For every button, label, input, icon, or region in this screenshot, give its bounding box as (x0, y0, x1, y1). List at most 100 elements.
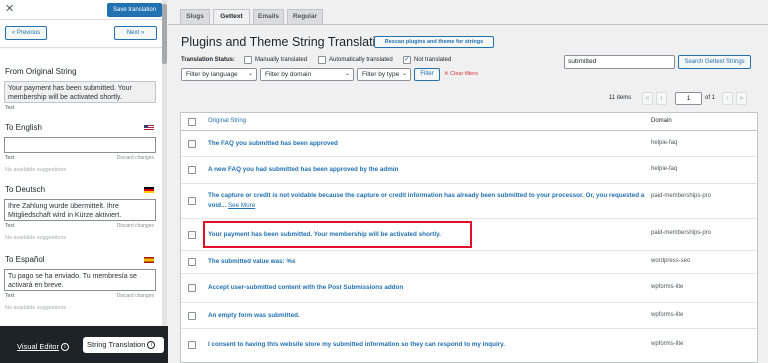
clear-filters-link[interactable]: ✕ Clear filters (444, 71, 478, 77)
tab-divider (168, 24, 768, 25)
first-page-button[interactable]: « (642, 92, 653, 105)
row-checkbox[interactable] (188, 231, 196, 239)
domain-cell: wpforms-lite (651, 341, 684, 347)
see-more-link[interactable]: See More (228, 202, 255, 209)
prev-page-button[interactable]: ‹ (656, 92, 667, 105)
original-string-link[interactable]: I consent to having this website store m… (208, 340, 648, 350)
sidebar-header: ✕ Save translation (0, 0, 162, 20)
sidebar-scrollbar[interactable] (162, 0, 167, 325)
row-checkbox[interactable] (188, 312, 196, 320)
column-domain[interactable]: Domain (651, 118, 672, 124)
original-string-text: Your payment has been submitted. Your me… (4, 81, 156, 103)
tab-gettext[interactable]: Gettext (213, 9, 250, 25)
table-row: An empty form was submitted. wpforms-lit… (181, 303, 757, 329)
next-button[interactable]: Next » (114, 26, 157, 40)
last-page-button[interactable]: » (736, 92, 747, 105)
domain-cell: paid-memberships-pro (651, 193, 712, 199)
select-all-checkbox[interactable] (188, 118, 196, 126)
info-icon: i (147, 341, 156, 350)
translation-type: Text (5, 223, 15, 229)
table-header: Original String Domain (181, 113, 757, 131)
translation-input-english[interactable] (4, 137, 156, 153)
original-string-link[interactable]: The submitted value was: %s (208, 257, 648, 267)
editor-switcher: Visual Editor i String Translation i (0, 326, 168, 363)
row-checkbox[interactable] (188, 284, 196, 292)
no-suggestions-text: No available suggestions (5, 305, 67, 311)
filter-language-value: Filter by language (186, 71, 238, 78)
manually-translated-checkbox[interactable] (244, 56, 252, 64)
language-heading: To English (5, 123, 42, 132)
row-checkbox[interactable] (188, 341, 196, 349)
filter-type-value: Filter by type (362, 71, 400, 78)
table-row: I consent to having this website store m… (181, 329, 757, 362)
german-flag-icon (144, 187, 154, 193)
row-checkbox[interactable] (188, 258, 196, 266)
string-translation-button[interactable]: String Translation i (83, 337, 164, 353)
search-gettext-button[interactable]: Search Gettext Strings (678, 55, 751, 69)
filter-language-select[interactable]: Filter by language ⌄ (181, 68, 257, 81)
translation-input-deutsch[interactable]: Ihre Zahlung wurde übermittelt. Ihre Mit… (4, 199, 156, 221)
main-content: Slugs Gettext Emails Regular Plugins and… (168, 0, 768, 363)
previous-button[interactable]: « Previous (5, 26, 47, 40)
original-string-heading: From Original String (5, 67, 77, 76)
domain-cell: wpforms-lite (651, 284, 684, 290)
sidebar-scroll-area: From Original String Your payment has be… (0, 49, 162, 325)
rescan-button[interactable]: Rescan plugins and theme for strings (374, 36, 494, 48)
row-checkbox[interactable] (188, 140, 196, 148)
discard-changes-link[interactable]: Discard changes (117, 155, 154, 161)
row-checkbox[interactable] (188, 166, 196, 174)
automatically-translated-label: Automatically translated (329, 57, 393, 63)
filter-domain-select[interactable]: Filter by domain ⌄ (260, 68, 354, 81)
original-string-type: Text (5, 105, 15, 111)
language-heading: To Español (5, 255, 45, 264)
original-string-link[interactable]: Accept user-submitted content with the P… (208, 283, 648, 293)
tab-regular[interactable]: Regular (287, 9, 323, 24)
search-input[interactable]: submitted (564, 55, 675, 69)
language-section-deutsch: To Deutsch Ihre Zahlung wurde übermittel… (0, 185, 160, 241)
save-translation-button[interactable]: Save translation (107, 3, 162, 17)
original-string-link[interactable]: The FAQ you submitted has been approved (208, 139, 648, 149)
column-original-string[interactable]: Original String (208, 118, 246, 124)
domain-cell: helpie-faq (651, 140, 678, 146)
original-string-link[interactable]: An empty form was submitted. (208, 311, 648, 321)
chevron-down-icon: ⌄ (247, 71, 253, 77)
translation-input-espanol[interactable]: Tu pago se ha enviado. Tu membresía se a… (4, 269, 156, 291)
next-page-button[interactable]: › (722, 92, 733, 105)
table-row: The submitted value was: %s wordpress-se… (181, 251, 757, 274)
manually-translated-label: Manually translated (255, 57, 308, 63)
table-row: The capture or credit is not voidable be… (181, 184, 757, 219)
domain-cell: wordpress-seo (651, 258, 691, 264)
page-title: Plugins and Theme String Translation (181, 35, 390, 49)
row-checkbox[interactable] (188, 197, 196, 205)
original-string-link[interactable]: A new FAQ you had submitted has been app… (208, 165, 648, 175)
filter-type-select[interactable]: Filter by type ⌄ (357, 68, 411, 81)
discard-changes-link[interactable]: Discard changes (117, 293, 154, 299)
us-flag-icon (144, 125, 154, 131)
scrollbar-thumb[interactable] (162, 4, 167, 64)
highlight-box (203, 221, 472, 248)
info-icon: i (60, 343, 69, 352)
sidebar-navigation: « Previous Next » (0, 20, 162, 48)
tab-emails[interactable]: Emails (253, 9, 284, 24)
chevron-down-icon: ⌄ (401, 71, 407, 77)
visual-editor-label: Visual Editor (17, 342, 59, 351)
current-page-input[interactable]: 1 (675, 92, 702, 105)
automatically-translated-checkbox[interactable] (318, 56, 326, 64)
table-row: The FAQ you submitted has been approved … (181, 131, 757, 157)
items-count: 11 items (609, 95, 632, 101)
spanish-flag-icon (144, 257, 154, 263)
visual-editor-link[interactable]: Visual Editor i (17, 342, 69, 352)
pagination: 11 items « ‹ 1 of 1 › » (168, 92, 768, 105)
domain-cell: helpie-faq (651, 166, 678, 172)
filter-button[interactable]: Filter (414, 68, 440, 81)
translation-type: Text (5, 155, 15, 161)
not-translated-label: Not translated (414, 57, 452, 63)
table-row: A new FAQ you had submitted has been app… (181, 157, 757, 184)
translation-sidebar: ✕ Save translation « Previous Next » Fro… (0, 0, 168, 363)
discard-changes-link[interactable]: Discard changes (117, 223, 154, 229)
total-pages: of 1 (705, 95, 716, 101)
original-string-link[interactable]: The capture or credit is not voidable be… (208, 191, 648, 211)
tab-slugs[interactable]: Slugs (180, 9, 210, 24)
close-icon[interactable]: ✕ (5, 3, 14, 15)
not-translated-checkbox[interactable] (403, 55, 411, 64)
